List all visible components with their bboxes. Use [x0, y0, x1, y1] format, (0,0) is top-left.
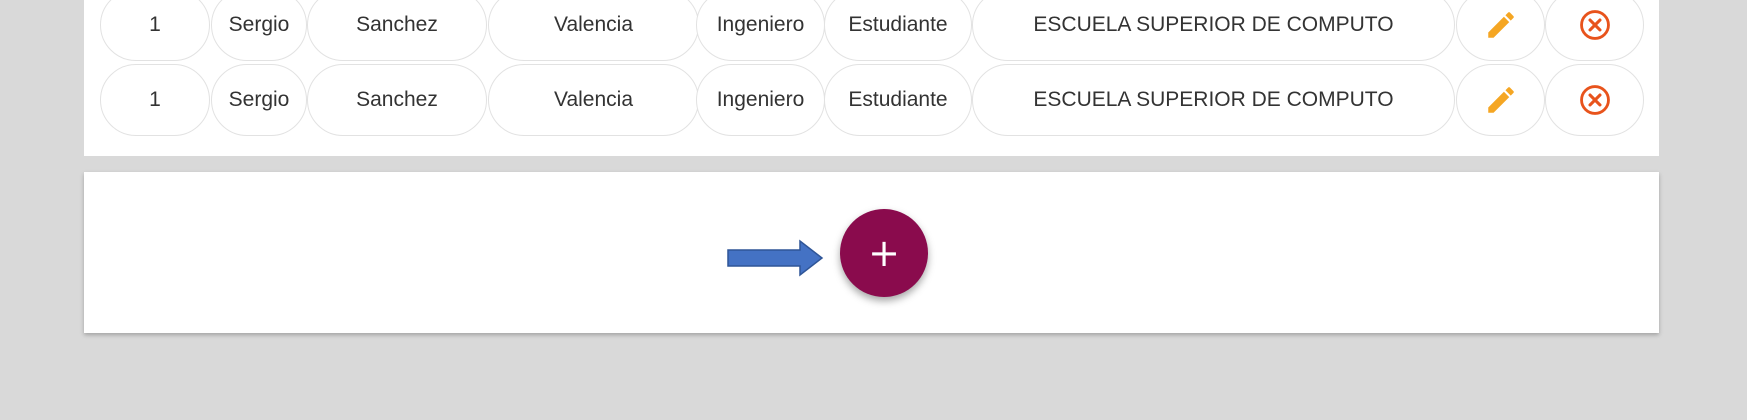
right-arrow-icon — [727, 239, 824, 277]
cell-last-name-2: Valencia — [488, 0, 699, 61]
add-record-panel: + — [84, 172, 1659, 333]
delete-button[interactable] — [1545, 0, 1644, 61]
cell-name: Sergio — [211, 0, 307, 61]
cell-last-name-2: Valencia — [488, 64, 699, 136]
table-row: 1 Sergio Sanchez Valencia Ingeniero Estu… — [84, 0, 1659, 63]
cell-school: ESCUELA SUPERIOR DE COMPUTO — [972, 64, 1455, 136]
cell-role: Estudiante — [824, 0, 972, 61]
records-table: 1 Sergio Sanchez Valencia Ingeniero Estu… — [84, 0, 1659, 156]
cell-id: 1 — [100, 64, 210, 136]
cell-last-name-1: Sanchez — [307, 0, 487, 61]
table-row: 1 Sergio Sanchez Valencia Ingeniero Estu… — [84, 64, 1659, 138]
pencil-icon — [1487, 87, 1514, 113]
cell-title: Ingeniero — [696, 0, 825, 61]
pencil-icon — [1487, 12, 1514, 38]
delete-button[interactable] — [1545, 64, 1644, 136]
cell-school: ESCUELA SUPERIOR DE COMPUTO — [972, 0, 1455, 61]
add-button[interactable]: + — [840, 209, 928, 297]
cell-last-name-1: Sanchez — [307, 64, 487, 136]
cell-title: Ingeniero — [696, 64, 825, 136]
edit-button[interactable] — [1456, 0, 1545, 61]
cell-name: Sergio — [211, 64, 307, 136]
close-circle-icon — [1579, 10, 1610, 40]
close-circle-icon — [1579, 85, 1610, 115]
edit-button[interactable] — [1456, 64, 1545, 136]
cell-role: Estudiante — [824, 64, 972, 136]
cell-id: 1 — [100, 0, 210, 61]
